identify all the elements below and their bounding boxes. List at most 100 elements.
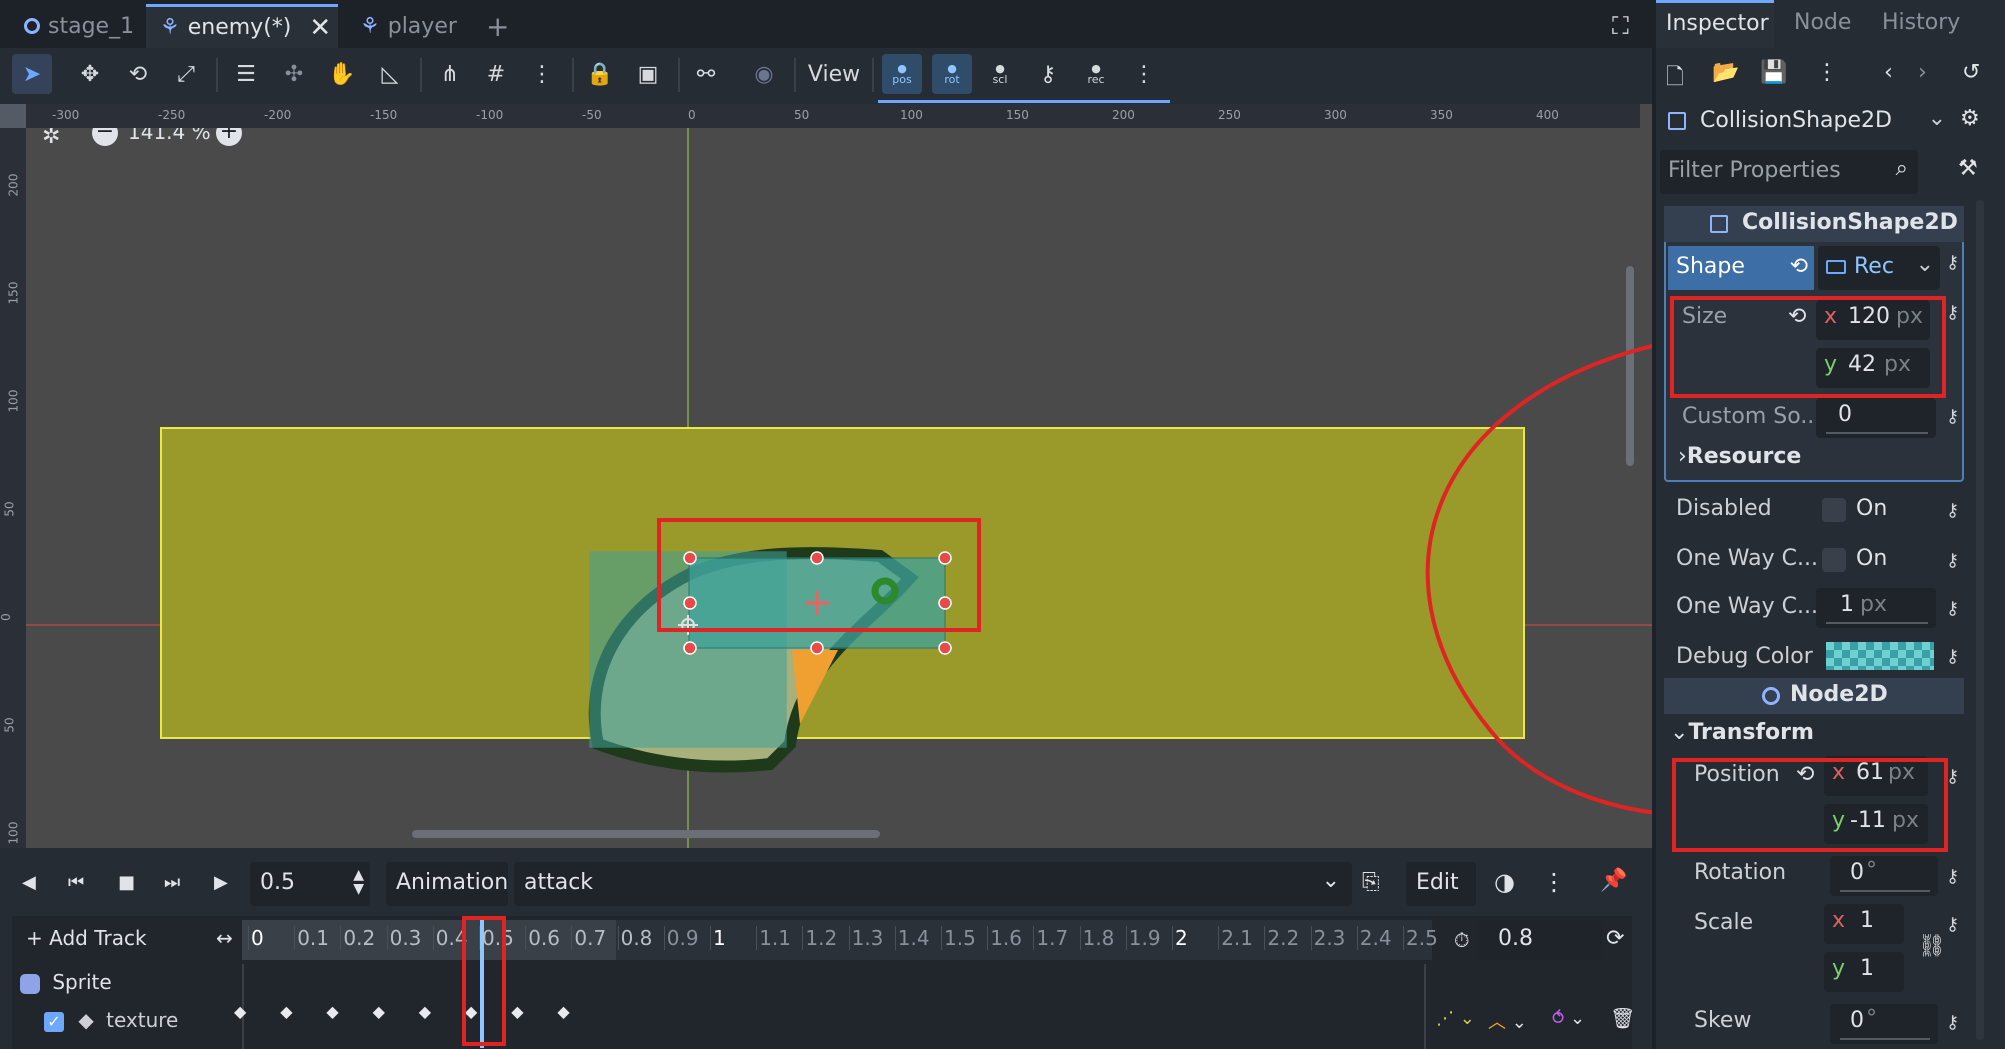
history-forward-button[interactable]: › — [1918, 60, 1927, 85]
resource-subsection[interactable]: ›Resource — [1678, 444, 1801, 469]
tab-inspector[interactable]: Inspector — [1656, 0, 1774, 48]
current-time-field[interactable]: 0.5 ▲ ▼ — [250, 862, 370, 906]
tab-stage-1[interactable]: stage_1 — [10, 4, 155, 48]
key-icon[interactable]: ⚷ — [1946, 252, 1970, 273]
node2d-section-header[interactable]: Node2D — [1664, 678, 1964, 714]
debug-color-swatch[interactable] — [1826, 642, 1934, 670]
key-icon[interactable]: ⚷ — [1946, 406, 1970, 427]
disabled-checkbox[interactable] — [1822, 498, 1846, 522]
lock-button[interactable]: 🔒 — [580, 54, 620, 94]
onion-options-button[interactable]: ⋮ — [1542, 868, 1566, 896]
keyframe[interactable]: ◆ — [511, 1002, 523, 1021]
rotate-mode-button[interactable]: ⟲ — [118, 54, 158, 94]
play-from-start-button[interactable]: ⏭ — [164, 872, 180, 893]
tab-history[interactable]: History — [1882, 10, 1960, 35]
new-resource-button[interactable]: 🗋 — [1666, 60, 1684, 98]
one-way-margin-field[interactable]: 1 px — [1816, 588, 1936, 628]
property-options-button[interactable]: ⚒ — [1958, 156, 1978, 181]
track-texture[interactable]: ✓ ◆ texture — [44, 1008, 178, 1032]
tab-node[interactable]: Node — [1794, 10, 1851, 35]
view-menu-button[interactable]: View — [802, 54, 866, 94]
key-options-button[interactable]: ⋮ — [1124, 54, 1164, 94]
pan-mode-button[interactable]: ✋ — [322, 54, 362, 94]
key-icon[interactable]: ⚷ — [1946, 914, 1970, 935]
animation-length-field[interactable]: 0.8 — [1478, 920, 1602, 960]
key-scale-button[interactable]: ● scl — [980, 54, 1020, 94]
filter-properties-input[interactable]: Filter Properties ⌕ — [1660, 150, 1918, 194]
history-back-button[interactable]: ‹ — [1884, 60, 1893, 85]
skew-field[interactable]: 0 ° — [1830, 1004, 1938, 1044]
extra-options-button[interactable]: ⋮ — [1816, 60, 1838, 85]
open-resource-button[interactable]: 📂 — [1712, 60, 1739, 85]
add-track-button[interactable]: + Add Track — [26, 926, 147, 950]
loop-button[interactable]: ⟳ — [1606, 926, 1624, 951]
key-icon[interactable]: ⚷ — [1946, 646, 1970, 667]
animation-select[interactable]: attack ⌄ — [514, 862, 1352, 906]
section-header[interactable]: CollisionShape2D — [1664, 206, 1964, 242]
update-mode-button[interactable]: ︿ ⌄ — [1488, 1008, 1527, 1034]
animation-menu-button[interactable]: Animation — [386, 862, 508, 906]
play-backwards-from-end-button[interactable]: ⏮ — [68, 872, 84, 893]
pivot-button[interactable]: ✣ — [274, 54, 314, 94]
ruler-mode-button[interactable]: ◺ — [370, 54, 410, 94]
move-mode-button[interactable]: ✥ — [70, 54, 110, 94]
one-way-checkbox[interactable] — [1822, 548, 1846, 572]
keyframe[interactable]: ◆ — [557, 1002, 569, 1021]
spinner-icon[interactable]: ▲ ▼ — [353, 868, 364, 896]
key-icon[interactable]: ⚷ — [1946, 550, 1970, 571]
shape-property[interactable]: Shape ⟲ — [1668, 246, 1814, 290]
snap-options-button[interactable]: ⋮ — [522, 54, 562, 94]
keyframe[interactable]: ◆ — [419, 1002, 431, 1021]
key-rotation-button[interactable]: ● rot — [932, 54, 972, 94]
delete-track-button[interactable]: 🗑 — [1610, 1006, 1635, 1030]
tab-player[interactable]: ⚘ player — [346, 4, 476, 48]
object-history-button[interactable]: ↺ — [1962, 60, 1980, 85]
checkbox-checked-icon[interactable]: ✓ — [44, 1011, 64, 1032]
keyframe[interactable]: ◆ — [326, 1002, 338, 1021]
keyframe[interactable]: ◆ — [373, 1002, 385, 1021]
loop-wrap-button[interactable]: ⥀ ⌄ — [1552, 1008, 1585, 1029]
save-resource-button[interactable]: 💾 — [1760, 60, 1787, 85]
fit-timeline-button[interactable]: ↔ — [216, 926, 233, 950]
tab-enemy[interactable]: ⚘ enemy(*) ✕ — [146, 4, 338, 48]
keyframe[interactable]: ◆ — [280, 1002, 292, 1021]
link-scale-button[interactable]: ⛓ — [1918, 934, 1946, 959]
scale-x-field[interactable]: x 1 — [1824, 904, 1904, 944]
scale-mode-button[interactable]: ⤢ — [166, 54, 206, 94]
interp-mode-button[interactable]: ⋰ ⌄ — [1436, 1008, 1475, 1029]
grid-snap-button[interactable]: # — [476, 54, 516, 94]
autoplay-button[interactable]: ⎘ — [1362, 870, 1380, 895]
key-icon[interactable]: ⚷ — [1946, 302, 1970, 323]
keyframe[interactable]: ◆ — [234, 1002, 246, 1021]
track-group-sprite[interactable]: Sprite — [20, 970, 112, 994]
play-button[interactable]: ▶ — [214, 872, 228, 893]
node-docs-button[interactable]: ⚙ — [1960, 106, 1980, 131]
key-icon[interactable]: ⚷ — [1946, 598, 1970, 619]
select-mode-button[interactable]: ➤ — [12, 54, 52, 94]
insert-key-button[interactable]: ⚷ — [1028, 54, 1068, 94]
key-position-button[interactable]: ● pos — [882, 54, 922, 94]
edit-menu-button[interactable]: Edit — [1406, 862, 1476, 906]
group-button[interactable]: ▣ — [628, 54, 668, 94]
smart-snap-button[interactable]: ⋔ — [430, 54, 470, 94]
list-select-button[interactable]: ☰ — [226, 54, 266, 94]
close-icon[interactable]: ✕ — [309, 13, 331, 43]
scale-y-field[interactable]: y 1 — [1824, 952, 1904, 992]
onion-skin-button[interactable]: ◑ — [1494, 868, 1515, 896]
auto-key-button[interactable]: ● rec — [1076, 54, 1116, 94]
rotation-field[interactable]: 0 ° — [1830, 856, 1938, 896]
shape-resource-select[interactable]: Rec ⌄ — [1818, 246, 1940, 290]
inspector-scrollbar[interactable] — [1976, 200, 1984, 1040]
play-backwards-button[interactable]: ◀ — [22, 872, 36, 893]
key-icon[interactable]: ⚷ — [1946, 766, 1970, 787]
key-icon[interactable]: ⚷ — [1946, 1012, 1970, 1033]
node-type-select[interactable]: CollisionShape2D ⌄ — [1660, 100, 1956, 144]
transform-subsection[interactable]: ⌄Transform — [1670, 720, 1814, 745]
camera-override-button[interactable]: ◉ — [744, 54, 784, 94]
bone-button[interactable]: ⚯ — [686, 54, 726, 94]
key-icon[interactable]: ⚷ — [1946, 866, 1970, 887]
stop-button[interactable]: ■ — [118, 872, 135, 893]
revert-icon[interactable]: ⟲ — [1790, 254, 1808, 279]
pin-button[interactable]: 📌 — [1600, 868, 1627, 893]
key-icon[interactable]: ⚷ — [1946, 500, 1970, 521]
